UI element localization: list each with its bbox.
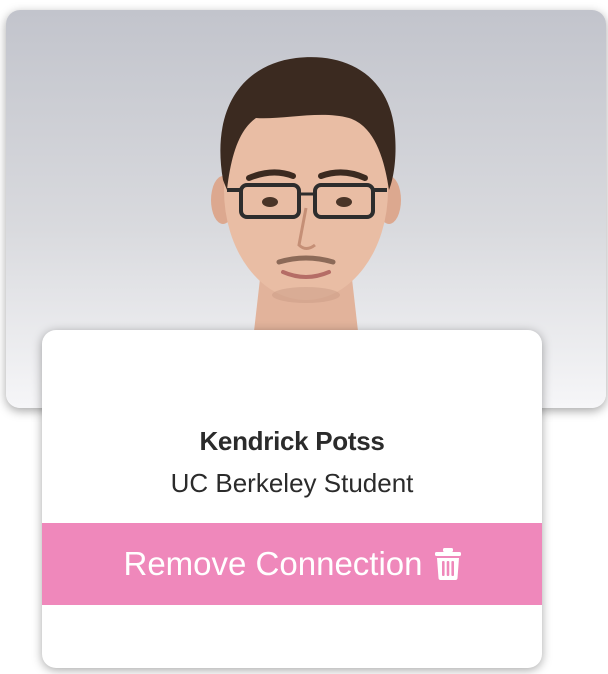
remove-connection-button[interactable]: Remove Connection [42, 523, 542, 605]
remove-connection-label: Remove Connection [123, 545, 423, 582]
profile-photo [211, 57, 401, 340]
profile-name: Kendrick Potss [199, 426, 385, 456]
profile-subtitle: UC Berkeley Student [170, 468, 414, 498]
connection-card: Kendrick Potss UC Berkeley Student Remov… [0, 0, 608, 674]
profile-info-card: Kendrick Potss UC Berkeley Student Remov… [42, 330, 542, 668]
trash-icon [434, 548, 461, 580]
